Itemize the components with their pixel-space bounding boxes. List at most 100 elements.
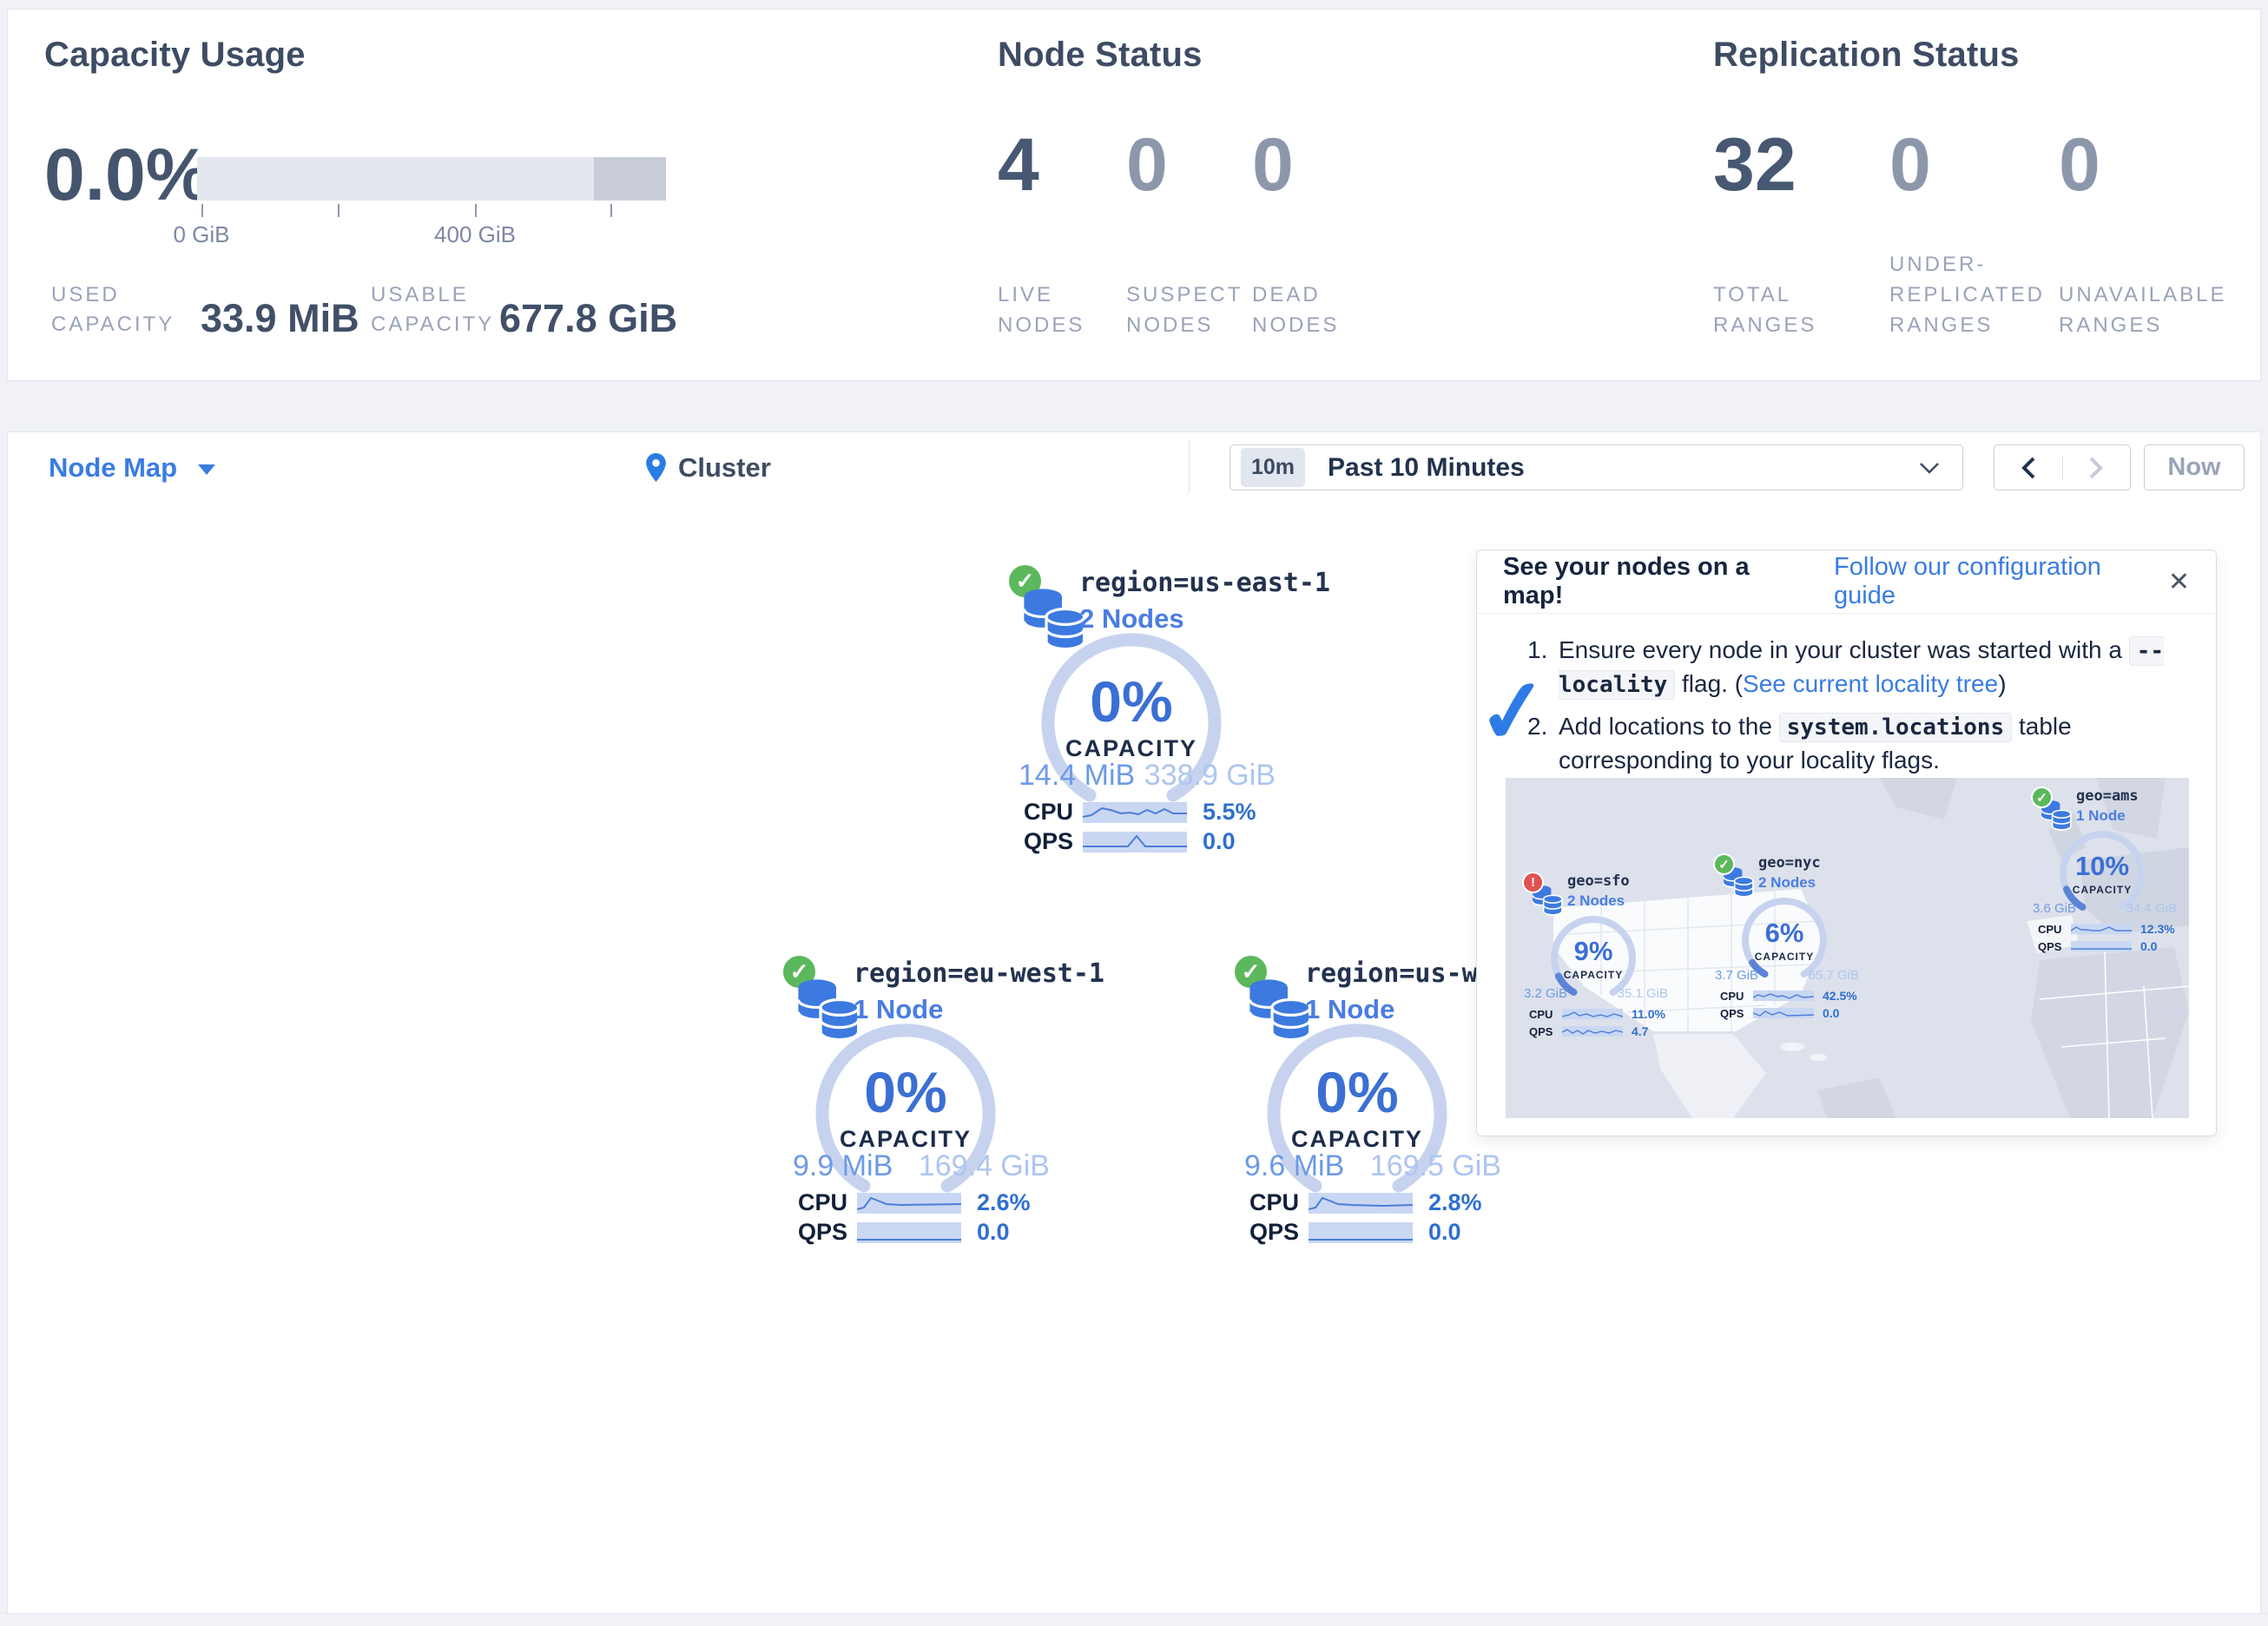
axis-tick xyxy=(610,204,612,217)
qps-sparkline xyxy=(1083,832,1187,852)
cpu-label: CPU xyxy=(798,1189,857,1216)
live-nodes-label: LIVE NODES xyxy=(998,280,1102,340)
node-status-title: Node Status xyxy=(998,36,1203,75)
axis-tick-label: 0 GiB xyxy=(173,221,229,248)
close-icon[interactable]: ✕ xyxy=(2168,567,2190,597)
qps-value: 0.0 xyxy=(977,1219,1010,1246)
replication-status-title: Replication Status xyxy=(1713,36,2020,75)
qps-sparkline xyxy=(857,1222,961,1243)
view-mode-label: Node Map xyxy=(49,452,177,484)
capacity-percent-value: 0% xyxy=(1036,668,1227,734)
unavailable-label: UNAVAILABLE RANGES xyxy=(2059,280,2232,340)
setup-step-2: 2. Add locations to the system.locations… xyxy=(1527,710,2189,777)
capacity-bar xyxy=(197,157,666,201)
total-value: 169.5 GiB xyxy=(1370,1149,1501,1183)
capacity-usage-section: Capacity Usage 0.0% 0 GiB 400 GiB USED C… xyxy=(44,10,965,380)
time-range-badge: 10m xyxy=(1241,448,1305,487)
total-value: 34.4 GiB xyxy=(2126,901,2177,916)
used-value: 3.7 GiB xyxy=(1715,968,1758,983)
cpu-value: 2.8% xyxy=(1428,1189,1482,1216)
cpu-sparkline xyxy=(1562,1009,1623,1019)
axis-tick xyxy=(475,204,477,217)
status-ok-badge: ✓ xyxy=(1713,853,1735,875)
dead-nodes-value: 0 xyxy=(1252,122,1294,208)
total-value: 35.1 GiB xyxy=(1618,986,1668,1001)
node-map-setup-popup: See your nodes on a map! Follow our conf… xyxy=(1476,550,2217,1136)
under-replicated-label: UNDER-REPLICATED RANGES xyxy=(1889,249,2050,340)
cpu-value: 12.3% xyxy=(2140,922,2175,936)
now-button-label: Now xyxy=(2167,453,2220,482)
cpu-sparkline xyxy=(2071,924,2132,934)
configuration-guide-link[interactable]: Follow our configuration guide xyxy=(1834,553,2168,610)
status-warning-badge: ! xyxy=(1522,872,1544,893)
used-value: 3.6 GiB xyxy=(2033,901,2076,916)
capacity-percent-value: 0% xyxy=(1262,1059,1453,1125)
example-world-map: ! geo=sfo 2 Nodes 9% CAPACITY 3.2 GiB 35… xyxy=(1506,778,2189,1118)
chevron-down-icon xyxy=(1919,462,1940,474)
replication-status-section: Replication Status 32 0 0 TOTAL RANGES U… xyxy=(1713,10,2268,380)
cpu-label: CPU xyxy=(1529,1008,1562,1021)
live-nodes-value: 4 xyxy=(998,122,1039,208)
under-replicated-value: 0 xyxy=(1889,122,1931,208)
axis-tick xyxy=(201,204,203,217)
cpu-label: CPU xyxy=(1024,799,1083,826)
locality-tree-link[interactable]: See current locality tree xyxy=(1743,670,1998,697)
time-back-button[interactable] xyxy=(1994,457,2062,479)
view-toolbar: Node Map Cluster 10m Past 10 Minutes Now xyxy=(7,431,2261,504)
capacity-bar-segment xyxy=(594,157,666,201)
capacity-percent-value: 6% xyxy=(1732,918,1836,949)
cpu-value: 11.0% xyxy=(1632,1007,1665,1021)
qps-label: QPS xyxy=(798,1219,857,1246)
time-range-dropdown[interactable]: 10m Past 10 Minutes xyxy=(1230,444,1963,490)
popup-title: See your nodes on a map! xyxy=(1503,553,1815,610)
cluster-summary-panel: Capacity Usage 0.0% 0 GiB 400 GiB USED C… xyxy=(7,9,2261,381)
cpu-label: CPU xyxy=(1249,1189,1309,1216)
axis-tick xyxy=(338,204,340,217)
locality-card-us-east-1[interactable]: ✓ region=us-east-1 2 Nodes 0% CAPACITY 1… xyxy=(1006,563,1295,879)
chevron-left-icon xyxy=(2021,457,2035,479)
locality-title: geo=sfo xyxy=(1567,872,1630,890)
cpu-sparkline xyxy=(1753,991,1814,1001)
used-value: 3.2 GiB xyxy=(1524,986,1567,1001)
dead-nodes-label: DEAD NODES xyxy=(1252,280,1365,340)
chevron-right-icon xyxy=(2089,457,2103,479)
axis-tick-label: 400 GiB xyxy=(434,221,516,248)
qps-value: 0.0 xyxy=(1428,1219,1461,1246)
used-value: 14.4 MiB xyxy=(1019,759,1135,793)
cpu-value: 42.5% xyxy=(1823,989,1857,1003)
total-ranges-label: TOTAL RANGES xyxy=(1713,280,1835,340)
capacity-percent-value: 9% xyxy=(1541,936,1645,967)
locality-card-eu-west-1[interactable]: ✓ region=eu-west-1 1 Node 0% CAPACITY 9.… xyxy=(781,953,1069,1269)
qps-sparkline xyxy=(1309,1222,1413,1243)
locality-title: region=us-east-1 xyxy=(1079,568,1330,598)
toolbar-divider xyxy=(1189,441,1190,494)
breadcrumb: Cluster xyxy=(645,432,771,503)
step-text: Add locations to the system.locations ta… xyxy=(1559,710,2189,777)
view-mode-dropdown[interactable]: Node Map xyxy=(49,432,215,503)
qps-label: QPS xyxy=(2038,940,2071,953)
cpu-sparkline xyxy=(857,1193,961,1214)
cpu-value: 5.5% xyxy=(1203,799,1256,826)
code-chip: system.locations xyxy=(1779,713,2012,742)
popup-header: See your nodes on a map! Follow our conf… xyxy=(1477,550,2216,614)
now-button[interactable]: Now xyxy=(2144,444,2245,490)
time-forward-button[interactable] xyxy=(2062,457,2131,479)
breadcrumb-label: Cluster xyxy=(678,452,771,484)
locality-title: geo=ams xyxy=(2076,787,2139,805)
capacity-percent: 0.0% xyxy=(44,133,210,217)
total-value: 338.9 GiB xyxy=(1144,759,1276,793)
map-marker-geo-sfo: ! geo=sfo 2 Nodes 9% CAPACITY 3.2 GiB 35… xyxy=(1522,872,1678,1045)
used-capacity-value: 33.9 MiB xyxy=(201,296,359,341)
suspect-nodes-label: SUSPECT NODES xyxy=(1126,280,1243,340)
big-check-icon: ✓ xyxy=(1473,665,1554,759)
cpu-sparkline xyxy=(1083,802,1187,823)
used-value: 9.9 MiB xyxy=(793,1149,893,1183)
cpu-value: 2.6% xyxy=(977,1189,1031,1216)
step-text: Ensure every node in your cluster was st… xyxy=(1559,634,2189,701)
qps-label: QPS xyxy=(1720,1007,1753,1020)
total-value: 169.4 GiB xyxy=(919,1149,1050,1183)
qps-value: 4.7 xyxy=(1632,1024,1648,1038)
time-step-buttons xyxy=(1994,444,2131,490)
usable-capacity-value: 677.8 GiB xyxy=(499,296,677,341)
capacity-caption: CAPACITY xyxy=(1732,951,1836,963)
